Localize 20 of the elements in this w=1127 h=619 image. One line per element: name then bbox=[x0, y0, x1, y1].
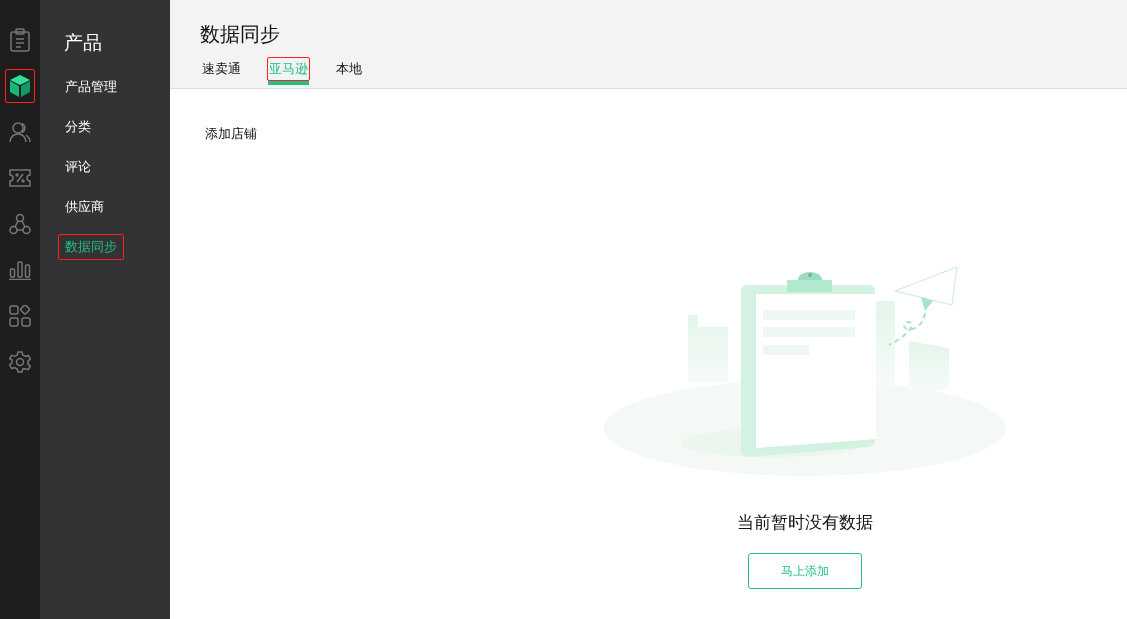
cube-icon bbox=[9, 74, 31, 98]
sidebar-item[interactable]: 分类 bbox=[58, 114, 98, 140]
settings-icon bbox=[9, 351, 31, 373]
coupon-icon bbox=[9, 169, 31, 187]
apps-icon bbox=[9, 305, 31, 327]
sidebar-item[interactable]: 产品管理 bbox=[58, 74, 124, 100]
nodes-icon bbox=[9, 213, 31, 235]
users-icon bbox=[9, 121, 31, 143]
bar-chart-icon bbox=[9, 260, 31, 280]
clipboard-icon bbox=[10, 28, 30, 52]
sidebar-item[interactable]: 评论 bbox=[58, 154, 98, 180]
page-title: 数据同步 bbox=[200, 21, 281, 48]
tab[interactable]: 本地 bbox=[334, 57, 364, 81]
sidebar-item[interactable]: 供应商 bbox=[58, 194, 111, 220]
tab[interactable]: 速卖通 bbox=[200, 57, 243, 81]
nav-rail-button[interactable] bbox=[5, 69, 35, 103]
sidebar-title: 产品 bbox=[64, 30, 103, 54]
sidebar-item[interactable]: 数据同步 bbox=[58, 234, 124, 260]
add-store-link[interactable]: 添加店铺 bbox=[205, 125, 257, 143]
empty-state-message: 当前暂时没有数据 bbox=[737, 511, 873, 534]
